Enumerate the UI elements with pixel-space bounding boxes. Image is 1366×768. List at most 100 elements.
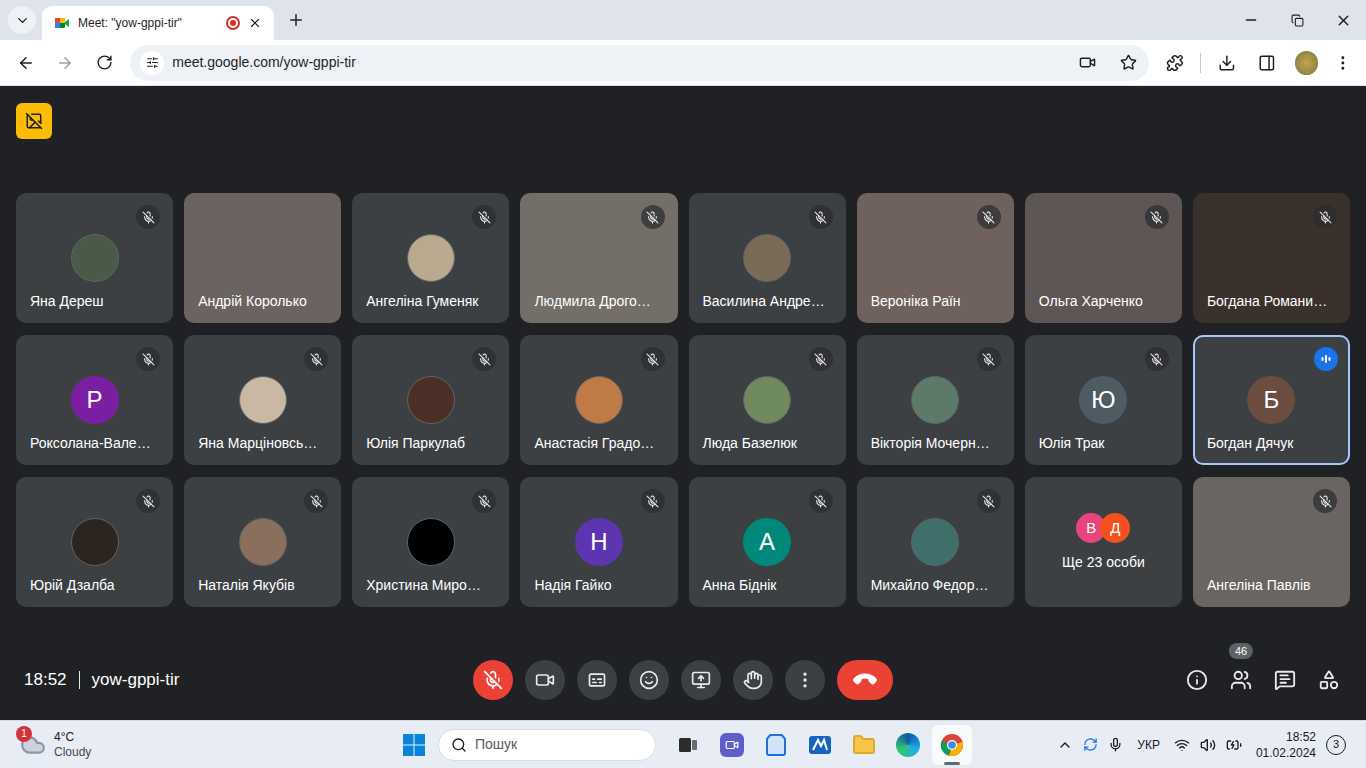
chrome-app-icon[interactable] bbox=[932, 725, 972, 765]
taskbar-search[interactable]: Пошук bbox=[438, 729, 656, 761]
meeting-info-icon[interactable] bbox=[1186, 669, 1208, 691]
captions-button[interactable] bbox=[577, 660, 617, 700]
wifi-icon[interactable] bbox=[1174, 737, 1190, 753]
participant-tile[interactable]: ААнна Біднік bbox=[689, 477, 846, 607]
participant-tile[interactable]: Христина Миро… bbox=[352, 477, 509, 607]
chat-icon[interactable] bbox=[1274, 669, 1296, 691]
participant-tile[interactable]: Анастасія Градо… bbox=[520, 335, 677, 465]
mic-off-icon bbox=[1313, 205, 1337, 229]
mic-off-icon bbox=[472, 205, 496, 229]
participant-tile[interactable]: Юлія Паркулаб bbox=[352, 335, 509, 465]
participant-avatar: Б bbox=[1247, 376, 1295, 424]
activities-icon[interactable] bbox=[1318, 669, 1340, 691]
browser-tab[interactable]: Meet: "yow-gppi-tir" bbox=[42, 6, 274, 40]
notification-badge[interactable]: 3 bbox=[1326, 735, 1346, 755]
participant-tile[interactable]: Юрій Дзалба bbox=[16, 477, 173, 607]
present-button[interactable] bbox=[681, 660, 721, 700]
mic-off-icon bbox=[977, 489, 1001, 513]
minimize-button[interactable] bbox=[1228, 0, 1274, 40]
tab-strip: Meet: "yow-gppi-tir" bbox=[0, 0, 1366, 40]
close-tab-icon[interactable] bbox=[248, 16, 262, 30]
battery-icon[interactable] bbox=[1226, 737, 1242, 753]
sync-icon[interactable] bbox=[1083, 737, 1098, 752]
start-button[interactable] bbox=[394, 725, 434, 765]
editor-app-icon[interactable] bbox=[800, 725, 840, 765]
participant-tile[interactable]: ЮЮлія Трак bbox=[1025, 335, 1182, 465]
more-participants-label: Ще 23 особи bbox=[1062, 553, 1145, 571]
participant-photo bbox=[743, 376, 791, 424]
mic-off-icon bbox=[1145, 347, 1169, 371]
participant-name: Надія Гайко bbox=[520, 576, 619, 594]
participant-tile[interactable]: Людмила Дрого… bbox=[520, 193, 677, 323]
browser-menu-icon[interactable] bbox=[1334, 54, 1352, 72]
mic-off-icon bbox=[1313, 489, 1337, 513]
participant-tile[interactable]: Вікторія Мочерн… bbox=[857, 335, 1014, 465]
participant-tile[interactable]: ННадія Гайко bbox=[520, 477, 677, 607]
hand-button[interactable] bbox=[733, 660, 773, 700]
site-info-icon[interactable] bbox=[140, 51, 164, 75]
close-button[interactable] bbox=[1320, 0, 1366, 40]
new-tab-button[interactable] bbox=[282, 6, 310, 34]
video-frame bbox=[1247, 518, 1295, 566]
profile-avatar-icon[interactable] bbox=[1295, 51, 1319, 75]
back-button[interactable] bbox=[8, 45, 43, 81]
show-hidden-icons-icon[interactable] bbox=[1057, 737, 1073, 753]
participant-photo bbox=[911, 376, 959, 424]
side-panel-icon[interactable] bbox=[1258, 54, 1276, 72]
clock[interactable]: 18:5201.02.2024 bbox=[1256, 729, 1316, 761]
forward-button[interactable] bbox=[47, 45, 82, 81]
reload-button[interactable] bbox=[87, 45, 122, 81]
more-participants-tile[interactable]: ВДЩе 23 особи bbox=[1025, 477, 1182, 607]
microphone-tray-icon[interactable] bbox=[1108, 737, 1123, 752]
bookmark-star-icon[interactable] bbox=[1120, 54, 1137, 71]
downloads-icon[interactable] bbox=[1218, 54, 1236, 72]
participant-photo bbox=[575, 376, 623, 424]
mic-button[interactable] bbox=[473, 660, 513, 700]
mic-off-icon bbox=[304, 489, 328, 513]
weather-badge: 1 bbox=[16, 726, 32, 742]
edge-app-icon[interactable] bbox=[888, 725, 928, 765]
participant-tile[interactable]: Ангеліна Гуменяк bbox=[352, 193, 509, 323]
participant-name: Юлія Трак bbox=[1025, 434, 1113, 452]
extensions-icon[interactable] bbox=[1166, 54, 1184, 72]
layout-notice-icon[interactable] bbox=[16, 103, 52, 139]
more-button[interactable] bbox=[785, 660, 825, 700]
participant-tile[interactable]: Андрій Королько bbox=[184, 193, 341, 323]
people-icon[interactable] bbox=[1230, 669, 1252, 691]
store-app-icon[interactable] bbox=[756, 725, 796, 765]
participant-tile[interactable]: Ангеліна Павлів bbox=[1193, 477, 1350, 607]
participant-photo bbox=[239, 518, 287, 566]
mic-off-icon bbox=[977, 347, 1001, 371]
video-frame bbox=[239, 234, 287, 282]
meeting-control-bar: 18:52yow-gppi-tir46 bbox=[0, 640, 1366, 720]
participant-tile[interactable]: РРоксолана-Вале… bbox=[16, 335, 173, 465]
participant-tile[interactable]: Яна Дереш bbox=[16, 193, 173, 323]
participant-tile[interactable]: Михайло Федор… bbox=[857, 477, 1014, 607]
participant-tile[interactable]: Яна Марціновсь… bbox=[184, 335, 341, 465]
mic-off-icon bbox=[641, 489, 665, 513]
participant-tile[interactable]: Наталія Якубів bbox=[184, 477, 341, 607]
participant-tile[interactable]: Вероніка Раїн bbox=[857, 193, 1014, 323]
participant-tile[interactable]: ББогдан Дячук bbox=[1193, 335, 1350, 465]
mic-off-icon bbox=[809, 205, 833, 229]
taskview-app-icon[interactable] bbox=[668, 725, 708, 765]
participant-tile[interactable]: Люда Базелюк bbox=[689, 335, 846, 465]
address-bar[interactable]: meet.google.com/yow-gppi-tir bbox=[130, 45, 1148, 81]
participant-tile[interactable]: Богдана Романи… bbox=[1193, 193, 1350, 323]
camera-button[interactable] bbox=[525, 660, 565, 700]
tab-search-button[interactable] bbox=[8, 6, 36, 34]
restore-button[interactable] bbox=[1274, 0, 1320, 40]
participant-name: Яна Дереш bbox=[16, 292, 112, 310]
explorer-app-icon[interactable] bbox=[844, 725, 884, 765]
end-call-button[interactable] bbox=[837, 660, 893, 700]
weather-widget[interactable]: 14°CCloudy bbox=[12, 730, 394, 760]
tab-title: Meet: "yow-gppi-tir" bbox=[78, 14, 218, 32]
camera-in-use-icon[interactable] bbox=[1079, 54, 1096, 71]
participant-name: Богдана Романи… bbox=[1193, 292, 1335, 310]
meet-app-icon[interactable] bbox=[712, 725, 752, 765]
volume-icon[interactable] bbox=[1200, 737, 1216, 753]
language-indicator[interactable]: УКР bbox=[1133, 736, 1164, 754]
emoji-button[interactable] bbox=[629, 660, 669, 700]
participant-tile[interactable]: Василина Андре… bbox=[689, 193, 846, 323]
participant-tile[interactable]: Ольга Харченко bbox=[1025, 193, 1182, 323]
